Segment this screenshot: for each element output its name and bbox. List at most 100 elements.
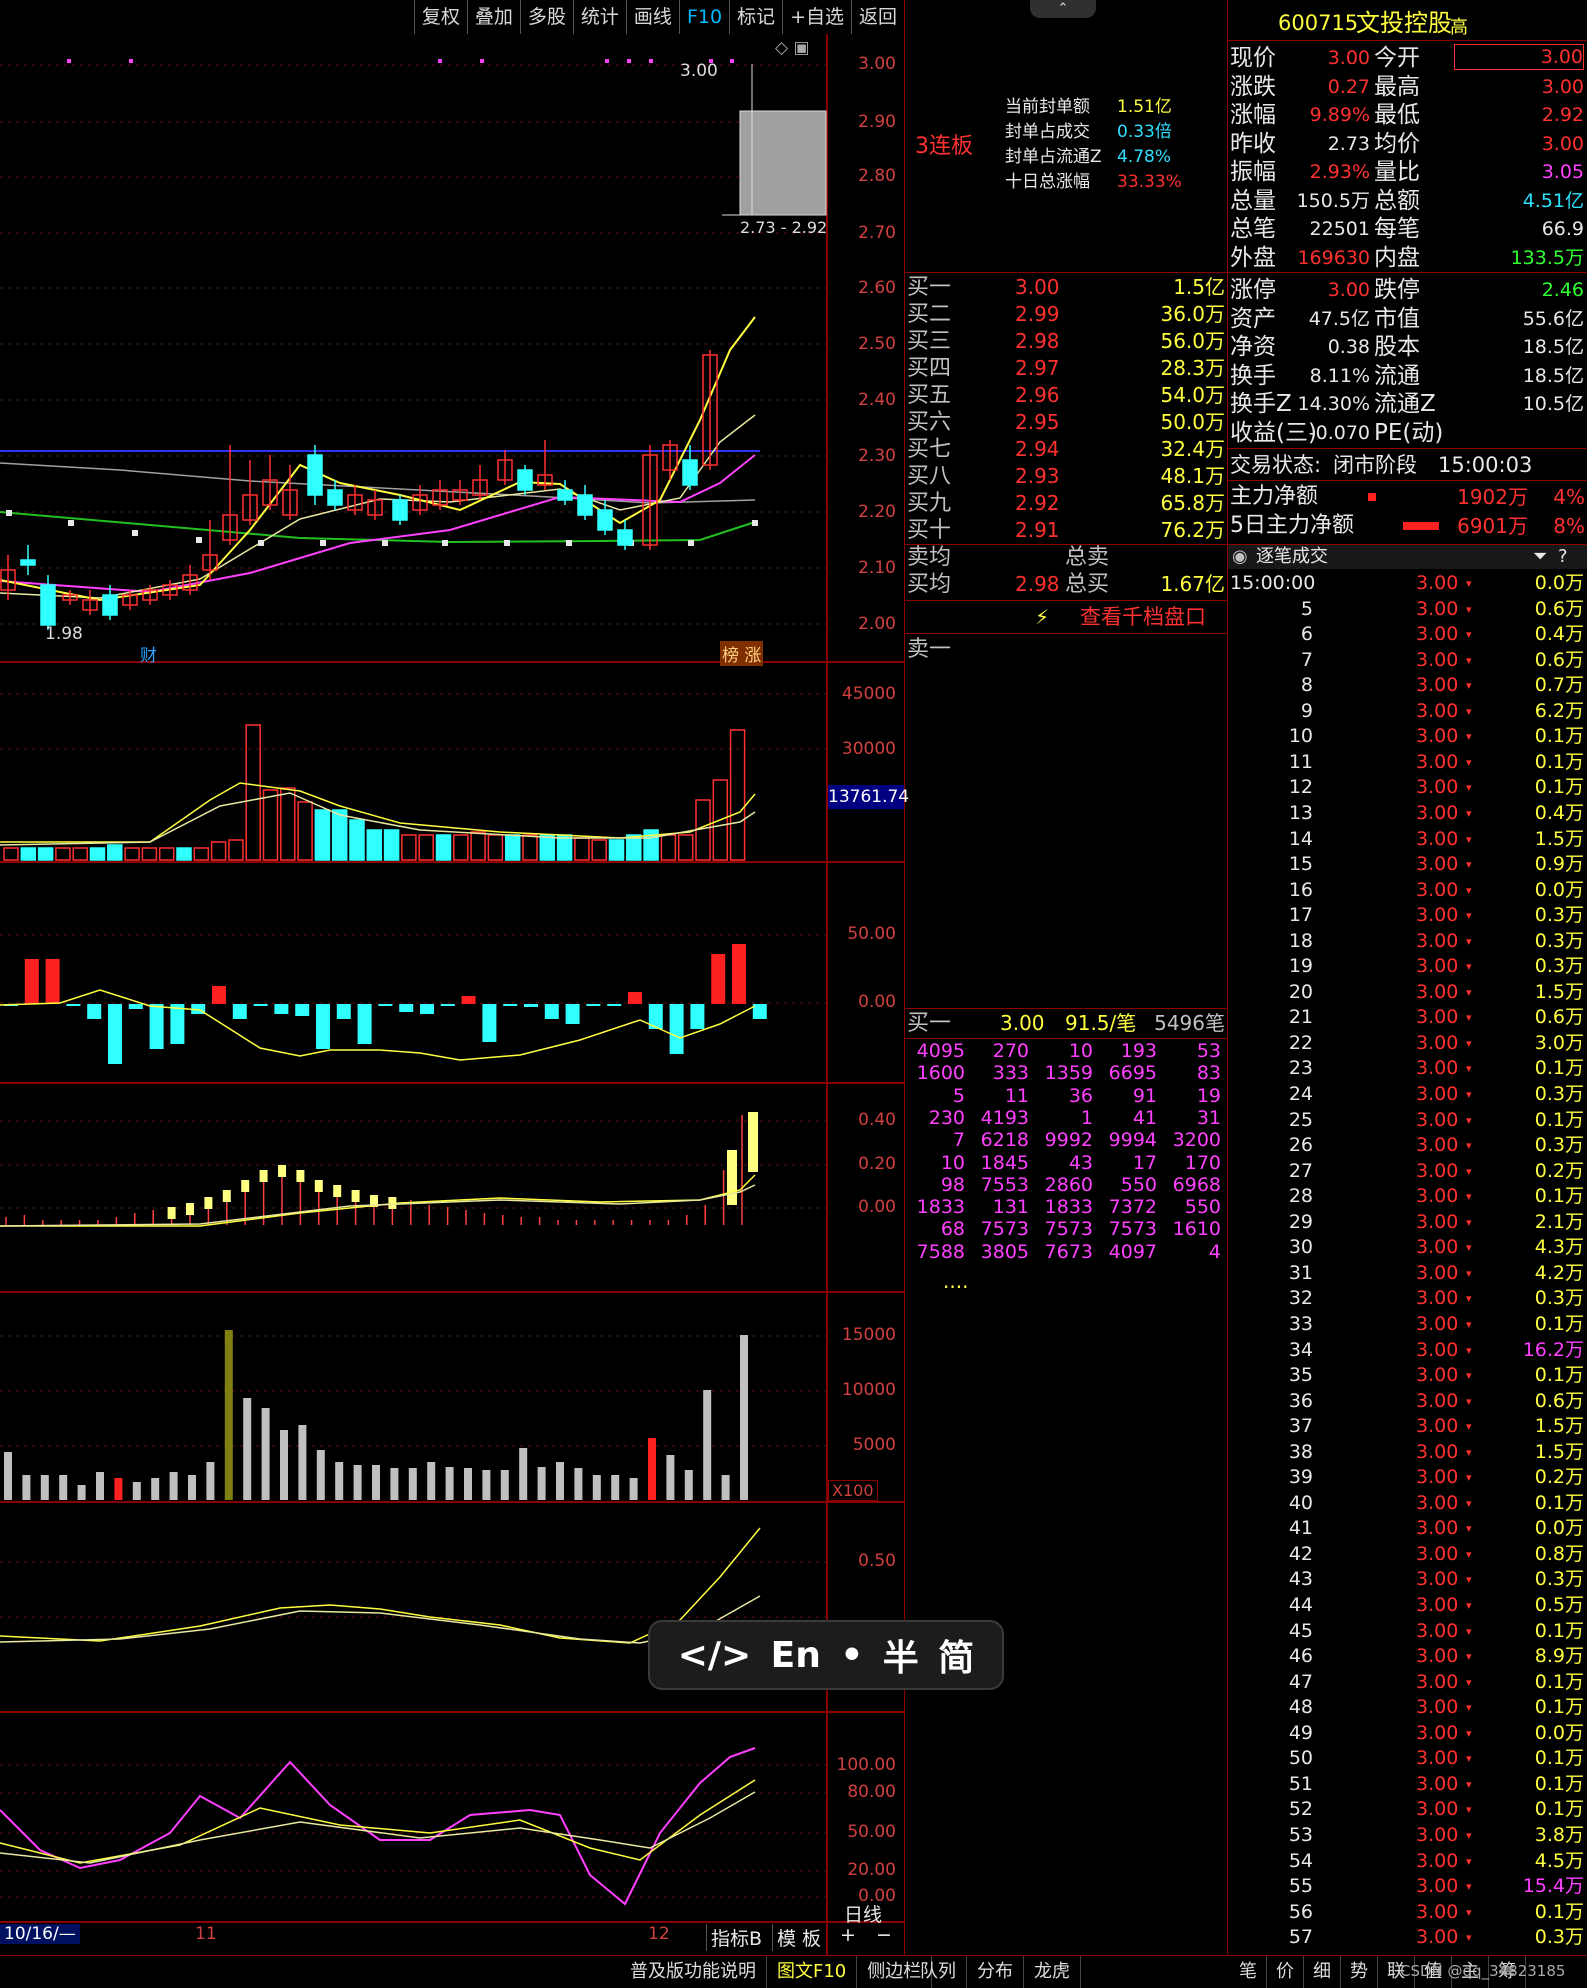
candle-body: [597, 509, 613, 531]
macd-bar: [45, 959, 60, 1004]
tick-trades-header[interactable]: ◉ 逐笔成交 ⏷ ?: [1228, 545, 1587, 569]
toolbar-button-8[interactable]: 返回: [850, 0, 904, 34]
bid-row[interactable]: 买二 2.99 36.0万: [905, 301, 1227, 328]
volume-bar: [176, 847, 192, 861]
toolbar-button-5[interactable]: F10: [678, 0, 729, 34]
bid-row[interactable]: 买六 2.95 50.0万: [905, 409, 1227, 436]
candle-body: [102, 594, 118, 616]
ime-simplified[interactable]: 简: [938, 1629, 974, 1681]
indicator-b-tab[interactable]: 指标B: [706, 1924, 766, 1951]
ime-toolbar[interactable]: </> En • 半 简: [648, 1620, 1004, 1690]
toolbar-button-4[interactable]: 画线: [625, 0, 679, 34]
tick-row: 41 3.00 ▾ 0.0万: [1288, 1517, 1584, 1540]
candle-body: [327, 489, 343, 506]
zoom-out-button[interactable]: −: [876, 1924, 892, 1946]
tick-row: 39 3.00 ▾ 0.2万: [1288, 1466, 1584, 1489]
tick-row: 12 3.00 ▾ 0.1万: [1288, 776, 1584, 799]
price-tick: 2.50: [858, 334, 896, 354]
period-label[interactable]: 日线: [844, 1900, 882, 1927]
status-tab[interactable]: 势: [1341, 1956, 1378, 1988]
volume-bar: [37, 847, 54, 861]
range-label: 2.73 - 2.92: [740, 218, 828, 237]
bid-row[interactable]: 买四 2.97 28.3万: [905, 355, 1227, 382]
quote-row: 振幅 2.93% 量比 3.05: [1230, 159, 1584, 185]
toolbar-button-1[interactable]: 叠加: [466, 0, 520, 34]
volume-bar: [349, 819, 365, 861]
ime-dot[interactable]: •: [840, 1635, 863, 1676]
toolbar-button-6[interactable]: 标记: [729, 0, 782, 34]
view-thousand-levels-link[interactable]: ⚡ 查看千档盘口: [905, 602, 1227, 632]
volume-bar: [280, 787, 296, 861]
volume-bar: [158, 847, 175, 861]
tick-row: 18 3.00 ▾ 0.3万: [1288, 929, 1584, 952]
macd-bar: [711, 954, 726, 1004]
filter-icon[interactable]: ⏷: [1533, 545, 1547, 569]
status-tab[interactable]: 价: [1267, 1956, 1304, 1988]
ranking-tag[interactable]: 榜 涨: [720, 641, 764, 666]
tick-row: 31 3.00 ▾ 4.2万: [1288, 1261, 1584, 1284]
toolbar-button-3[interactable]: 统计: [572, 0, 626, 34]
status-tab[interactable]: 普及版功能说明: [620, 1956, 767, 1988]
bid-row[interactable]: 买八 2.93 48.1万: [905, 463, 1227, 490]
ind4-bar: [316, 1450, 325, 1500]
tick-row: 40 3.00 ▾ 0.1万: [1288, 1491, 1584, 1514]
candle-body: [617, 529, 633, 546]
stock-header[interactable]: 600715 文投控股 高: [1228, 8, 1587, 38]
queue-row: 4095 270 10 193 53: [916, 1040, 1221, 1062]
ind4-bar: [298, 1425, 307, 1500]
volume-bar: [193, 847, 210, 861]
candle-body: [577, 494, 593, 516]
bid-row[interactable]: 买五 2.96 54.0万: [905, 382, 1227, 409]
bid-row[interactable]: 买十 2.91 76.2万: [905, 517, 1227, 544]
queue-more[interactable]: ....: [905, 1268, 1227, 1295]
bid-row[interactable]: 买一 3.00 1.5亿: [905, 274, 1227, 301]
toolbar-button-7[interactable]: +自选: [782, 0, 851, 34]
status-tab[interactable]: 图文F10: [767, 1956, 858, 1988]
sell-avg-row: 卖均 总卖: [907, 545, 1110, 570]
macd-bar: [586, 1004, 601, 1006]
help-icon[interactable]: ?: [1558, 545, 1568, 569]
ind4-bar: [574, 1468, 583, 1500]
ime-half-width[interactable]: 半: [883, 1629, 919, 1681]
macd-bar: [66, 1004, 81, 1006]
finance-tag[interactable]: 财: [140, 641, 157, 666]
volume-bar: [504, 834, 521, 861]
volume-bar: [3, 847, 19, 861]
toolbar-button-2[interactable]: 多股: [519, 0, 573, 34]
volume-bar: [107, 844, 123, 861]
ind4-bar: [96, 1472, 104, 1500]
ind3-dot: [727, 1150, 737, 1205]
ime-lang[interactable]: En: [771, 1635, 821, 1676]
zoom-in-button[interactable]: +: [840, 1924, 856, 1946]
ind5-tick: 0.50: [858, 1551, 896, 1571]
template-tab[interactable]: 模 板: [772, 1924, 825, 1951]
ind4-bar: [280, 1430, 288, 1500]
tick-row: 24 3.00 ▾ 0.3万: [1288, 1083, 1584, 1105]
tick-row: 45 3.00 ▾ 0.1万: [1288, 1619, 1584, 1642]
tick-row: 57 3.00 ▾ 0.3万: [1288, 1926, 1584, 1949]
ind4-bar: [151, 1478, 160, 1500]
status-tab[interactable]: 龙虎: [1024, 1956, 1081, 1988]
tick-row: 28 3.00 ▾ 0.1万: [1288, 1185, 1584, 1208]
chart-settings-icon[interactable]: ◇ ▣: [775, 38, 810, 58]
ind4-bar: [408, 1468, 417, 1500]
collapse-icon[interactable]: ◉: [1232, 545, 1248, 569]
price-tick: 2.30: [858, 446, 896, 466]
ind4-bar: [261, 1408, 270, 1500]
status-tab[interactable]: 分布: [967, 1956, 1024, 1988]
ind4-bar: [648, 1438, 656, 1500]
ind3-dot: [333, 1185, 342, 1197]
bid-row[interactable]: 买三 2.98 56.0万: [905, 328, 1227, 355]
ime-code-icon[interactable]: </>: [678, 1635, 751, 1676]
ind4-bar: [464, 1468, 472, 1500]
macd-bar: [274, 1004, 289, 1014]
status-tab[interactable]: 笔: [1230, 1956, 1267, 1988]
status-tab[interactable]: 队列: [910, 1956, 967, 1988]
toolbar-button-0[interactable]: 复权: [413, 0, 467, 34]
status-bar: 普及版功能说明 图文F10 侧边栏 队列 分布 龙虎 笔价细势联值主筹 CSDN @qq…: [0, 1955, 1587, 1988]
macd-bar: [732, 944, 746, 1004]
macd-bar: [565, 1004, 580, 1024]
status-tab[interactable]: 细: [1304, 1956, 1341, 1988]
bid-row[interactable]: 买九 2.92 65.8万: [905, 490, 1227, 517]
bid-row[interactable]: 买七 2.94 32.4万: [905, 436, 1227, 463]
